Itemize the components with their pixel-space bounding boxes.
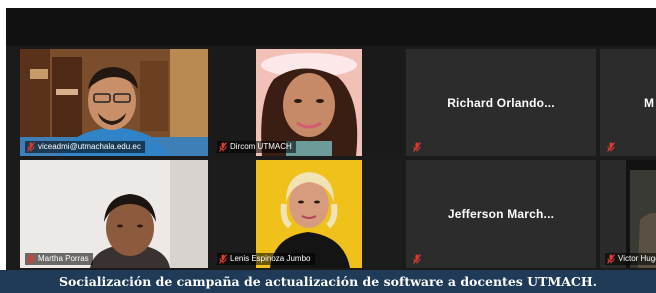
participant-display-name: Jefferson March... [447, 207, 555, 221]
participant-name: Lenis Espinoza Jumbo [230, 254, 311, 263]
participant-tile-viceadmi[interactable]: viceadmi@utmachala.edu.ec [20, 49, 208, 156]
participant-tile-lenis[interactable]: Lenis Espinoza Jumbo [212, 160, 402, 268]
mic-muted-icon [607, 142, 615, 152]
participant-name-label [411, 253, 425, 265]
participant-name: viceadmi@utmachala.edu.ec [38, 142, 141, 151]
screenshot-stage: viceadmi@utmachala.edu.ec Dircom UTMACH [0, 0, 656, 293]
image-caption: Socialización de campaña de actualizació… [0, 270, 656, 293]
participant-name-label: Dircom UTMACH [217, 141, 296, 153]
participant-video [600, 160, 656, 268]
call-top-bar [6, 8, 656, 46]
participant-name-label: viceadmi@utmachala.edu.ec [25, 141, 145, 153]
participant-tile-victor[interactable]: Victor Hugo [600, 160, 656, 268]
participant-name-label [411, 141, 425, 153]
mic-muted-icon [413, 142, 421, 152]
participant-tile-martha[interactable]: Martha Porras [20, 160, 208, 268]
participant-tile-dircom[interactable]: Dircom UTMACH [212, 49, 402, 156]
participant-video [212, 160, 402, 268]
mic-muted-icon [413, 254, 421, 264]
participant-name: Dircom UTMACH [230, 142, 292, 151]
participant-video [20, 49, 208, 156]
mic-muted-icon [219, 142, 227, 152]
participant-tile-richard[interactable]: Richard Orlando... [406, 49, 596, 156]
participant-name-label: Lenis Espinoza Jumbo [217, 253, 315, 265]
participant-name: Martha Porras [38, 254, 89, 263]
participant-display-name: Richard Orlando... [447, 95, 555, 110]
mic-muted-icon [219, 254, 227, 264]
participant-name: Victor Hugo [618, 254, 656, 263]
participant-display-name: M [644, 95, 655, 110]
participant-video [20, 160, 208, 268]
participant-name-label [605, 141, 619, 153]
participant-name-label: Victor Hugo [605, 253, 656, 265]
mic-muted-icon [27, 254, 35, 264]
mic-muted-icon [27, 142, 35, 152]
participant-name-label: Martha Porras [25, 253, 93, 265]
participant-tile-jefferson[interactable]: Jefferson March... [406, 160, 596, 268]
participant-video [212, 49, 402, 156]
mic-muted-icon [607, 254, 615, 264]
participant-tile-m[interactable]: M [600, 49, 656, 156]
video-call-grid: viceadmi@utmachala.edu.ec Dircom UTMACH [6, 8, 656, 270]
